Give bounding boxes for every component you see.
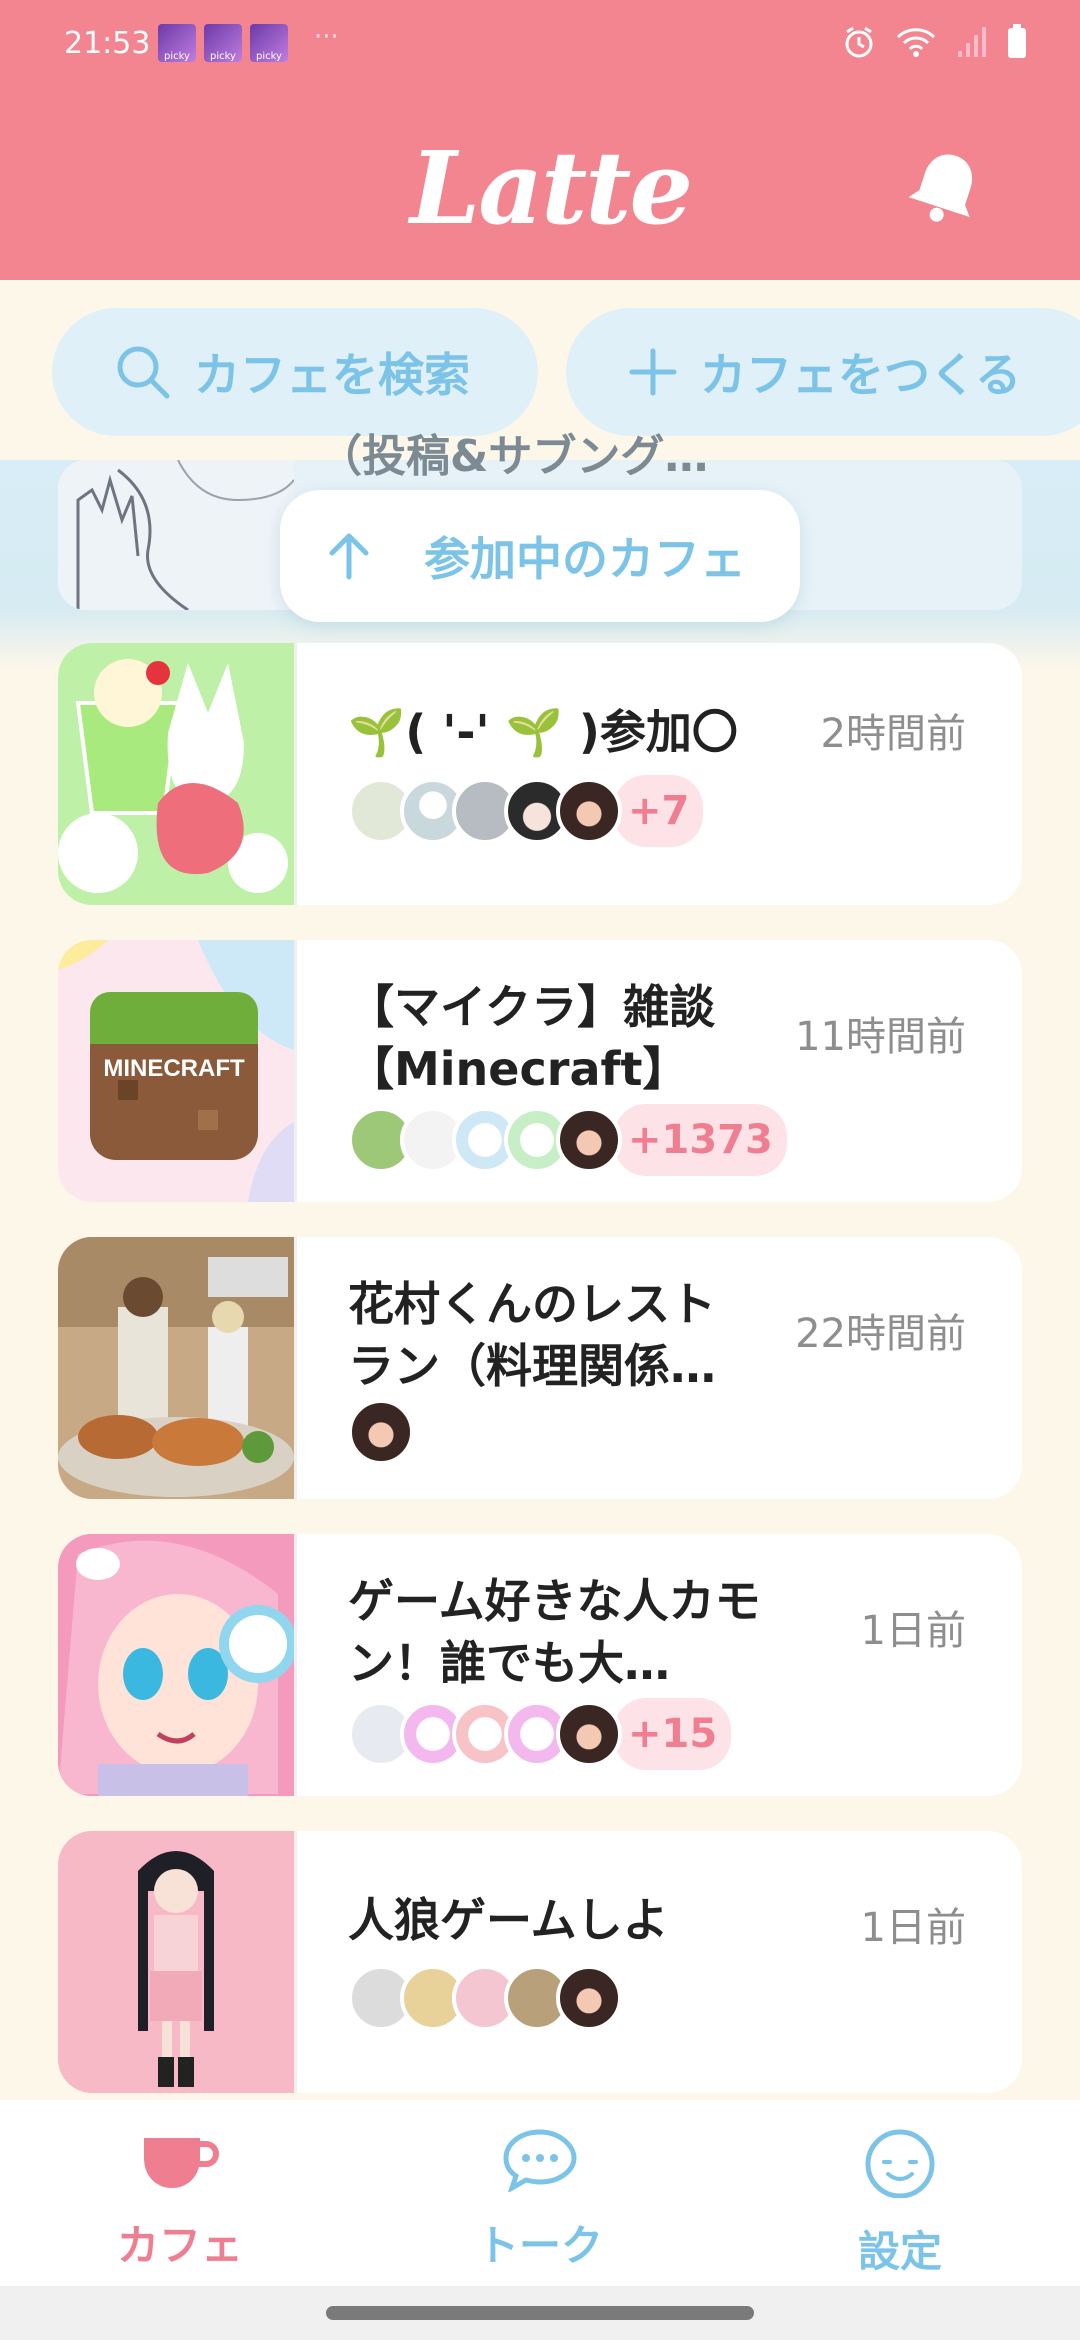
cafe-card[interactable]: 花村くんのレストラン（料理関係… 22時間前: [58, 1237, 1022, 1499]
member-count-badge: +7: [610, 771, 708, 851]
member-avatars: [348, 1965, 622, 2031]
avatar: [556, 778, 622, 844]
nav-cafe-label: カフェ: [116, 2221, 243, 2270]
create-cafe-label: カフェをつくる: [700, 348, 1022, 402]
cafe-title: 🌱( '-' 🌱 )参加〇: [348, 705, 738, 759]
status-time: 21:53: [64, 26, 151, 61]
status-bar: 21:53 picky picky picky ···: [0, 0, 1080, 90]
bottom-navigation: カフェ トーク 設定: [0, 2100, 1080, 2286]
wifi-icon: [896, 28, 936, 57]
search-cafe-label: カフェを検索: [194, 348, 470, 402]
notification-thumb: picky: [204, 24, 242, 62]
cafe-updated-time: 22時間前: [795, 1311, 966, 1357]
cafe-card[interactable]: 人狼ゲームしよ 1日前: [58, 1831, 1022, 2093]
bell-icon[interactable]: [902, 146, 988, 232]
nav-talk-label: トーク: [476, 2221, 603, 2270]
nav-settings-label: 設定: [857, 2227, 942, 2276]
cafe-thumbnail: MINECRAFT: [58, 940, 294, 1202]
divider: [294, 1831, 297, 2093]
avatar: [556, 1965, 622, 2031]
member-avatars: +7: [348, 771, 708, 851]
nav-settings-tab[interactable]: 設定: [780, 2128, 1020, 2279]
avatar: [348, 1399, 414, 1465]
cafe-updated-time: 11時間前: [795, 1014, 966, 1060]
member-avatars: +15: [348, 1694, 736, 1774]
minecraft-logo-text: MINECRAFT: [103, 1055, 245, 1082]
cafe-thumbnail: [58, 643, 294, 905]
create-cafe-button[interactable]: カフェをつくる: [566, 308, 1080, 436]
arrow-up-icon: [329, 533, 369, 580]
divider: [294, 940, 297, 1202]
app-logo: Latte: [410, 129, 693, 247]
member-count-badge: +15: [610, 1694, 736, 1774]
signal-icon: [958, 27, 986, 57]
cafe-thumbnail: [58, 1237, 294, 1499]
app-header: 21:53 picky picky picky ··· Latte: [0, 0, 1080, 280]
cafe-updated-time: 1日前: [860, 1608, 966, 1654]
cafe-card[interactable]: 🌱( '-' 🌱 )参加〇 2時間前 +7: [58, 643, 1022, 905]
coffee-cup-icon: [144, 2138, 219, 2188]
member-count-badge: +1373: [610, 1100, 791, 1180]
home-indicator[interactable]: [326, 2306, 754, 2320]
cafe-updated-time: 1日前: [860, 1905, 966, 1951]
cafe-thumbnail: [58, 1534, 297, 1796]
avatar: [556, 1107, 622, 1173]
cafe-thumbnail: [58, 1831, 294, 2093]
cafe-title: ゲーム好きな人カモン！誰でも大…: [348, 1574, 761, 1690]
member-avatars: +1373: [348, 1100, 791, 1180]
cafe-title-partial: （投稿&サブング…: [318, 431, 709, 480]
member-avatars: [348, 1399, 414, 1465]
alarm-icon: [845, 26, 873, 58]
joined-cafes-button[interactable]: 参加中のカフェ: [280, 490, 800, 622]
cafe-title: 【マイクラ】雑談【Minecraft】: [348, 980, 716, 1096]
cafe-thumbnail: [58, 460, 295, 610]
divider: [294, 1237, 297, 1499]
joined-cafes-label: 参加中のカフェ: [424, 532, 746, 586]
search-cafe-button[interactable]: カフェを検索: [52, 308, 538, 436]
divider: [294, 643, 297, 905]
search-icon: [117, 346, 170, 399]
notification-thumbnails: picky picky picky: [158, 24, 288, 62]
avatar: [556, 1701, 622, 1767]
nav-cafe-tab[interactable]: カフェ: [60, 2128, 300, 2273]
status-icons: [842, 24, 1028, 60]
smiley-face-icon: [865, 2129, 935, 2199]
nav-talk-tab[interactable]: トーク: [420, 2128, 660, 2273]
divider: [294, 1534, 297, 1796]
battery-icon: [1008, 24, 1026, 58]
plus-icon: [629, 348, 677, 396]
notification-thumb: picky: [250, 24, 288, 62]
notification-thumb: picky: [158, 24, 196, 62]
cafe-card[interactable]: ゲーム好きな人カモン！誰でも大… 1日前 +15: [58, 1534, 1022, 1796]
sketch-hand-illustration: [58, 460, 295, 610]
cafe-card[interactable]: MINECRAFT 【マイクラ】雑談【Minecraft】 11時間前 +137…: [58, 940, 1022, 1202]
cafe-updated-time: 2時間前: [820, 711, 966, 757]
cafe-title: 花村くんのレストラン（料理関係…: [348, 1277, 716, 1393]
chat-bubble-icon: [503, 2129, 577, 2194]
more-notifications-indicator: ···: [314, 22, 339, 52]
cafe-title: 人狼ゲームしよ: [348, 1893, 669, 1947]
